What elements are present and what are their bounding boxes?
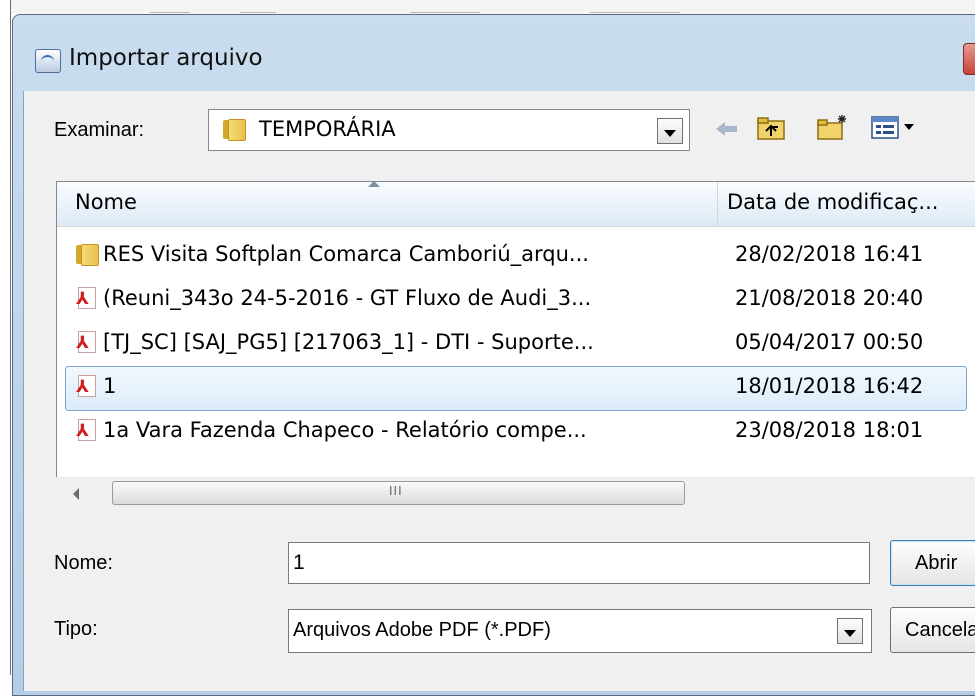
list-item[interactable]: ⅄ [TJ_SC] [SAJ_PG5] [217063_1] - DTI - S… bbox=[65, 322, 965, 365]
view-menu-icon[interactable] bbox=[870, 115, 920, 141]
list-item[interactable]: ⅄ (Reuni_343o 24-5-2016 - GT Fluxo de Au… bbox=[65, 278, 965, 321]
scrollbar-thumb[interactable]: III bbox=[112, 481, 685, 505]
background-icon bbox=[590, 0, 680, 13]
file-name-input[interactable]: 1 bbox=[288, 542, 870, 584]
new-folder-icon[interactable] bbox=[816, 113, 850, 141]
pdf-file-icon: ⅄ bbox=[76, 419, 98, 441]
look-in-dropdown-button[interactable] bbox=[657, 118, 683, 144]
scrollbar-grip: III bbox=[389, 484, 403, 498]
scroll-left-icon[interactable] bbox=[66, 484, 86, 504]
file-name: (Reuni_343o 24-5-2016 - GT Fluxo de Audi… bbox=[103, 286, 592, 310]
background-icon bbox=[150, 0, 190, 13]
file-date: 28/02/2018 16:41 bbox=[735, 242, 924, 266]
look-in-dropdown[interactable]: TEMPORÁRIA bbox=[208, 109, 690, 151]
file-name: 1a Vara Fazenda Chapeco - Relatório comp… bbox=[103, 418, 587, 442]
file-name-label: Nome: bbox=[54, 552, 113, 574]
pdf-file-icon: ⅄ bbox=[76, 375, 98, 397]
list-item[interactable]: RES Visita Softplan Comarca Camboriú_arq… bbox=[65, 234, 965, 277]
list-item-selected[interactable]: ⅄ 1 18/01/2018 16:42 bbox=[65, 366, 967, 411]
background-window-edge bbox=[0, 0, 11, 675]
open-button[interactable]: Abrir bbox=[890, 540, 975, 586]
file-type-label: Tipo: bbox=[54, 618, 98, 640]
back-arrow-icon[interactable] bbox=[714, 119, 740, 139]
column-header-name[interactable]: Nome bbox=[57, 182, 718, 227]
column-header-name-label: Nome bbox=[75, 190, 137, 214]
look-in-label: Examinar: bbox=[54, 119, 145, 141]
file-name: [TJ_SC] [SAJ_PG5] [217063_1] - DTI - Sup… bbox=[103, 330, 594, 354]
close-button[interactable] bbox=[963, 43, 975, 75]
column-header-date[interactable]: Data de modificaç... bbox=[718, 182, 975, 227]
dialog-title: Importar arquivo bbox=[69, 45, 263, 71]
file-type-value: Arquivos Adobe PDF (*.PDF) bbox=[293, 619, 551, 641]
file-name: RES Visita Softplan Comarca Camboriú_arq… bbox=[103, 242, 589, 266]
file-date: 21/08/2018 20:40 bbox=[735, 286, 924, 310]
pdf-file-icon: ⅄ bbox=[76, 331, 98, 353]
file-type-dropdown[interactable]: Arquivos Adobe PDF (*.PDF) bbox=[288, 609, 872, 653]
import-file-dialog: Importar arquivo Examinar: TEMPORÁRIA No… bbox=[12, 14, 975, 696]
file-date: 23/08/2018 18:01 bbox=[735, 418, 924, 442]
folder-icon bbox=[223, 119, 246, 141]
column-header-date-label: Data de modificaç... bbox=[727, 190, 939, 214]
file-date: 18/01/2018 16:42 bbox=[735, 374, 924, 398]
folder-icon bbox=[76, 244, 99, 266]
cancel-button[interactable]: Cancelar bbox=[890, 607, 975, 653]
up-folder-icon[interactable] bbox=[756, 115, 786, 141]
file-date: 05/04/2017 00:50 bbox=[735, 330, 924, 354]
horizontal-scrollbar[interactable]: III bbox=[56, 477, 975, 508]
file-list[interactable]: Nome Data de modificaç... RES Visita Sof… bbox=[56, 181, 975, 478]
file-type-dropdown-button[interactable] bbox=[837, 618, 863, 644]
look-in-value: TEMPORÁRIA bbox=[259, 117, 396, 141]
app-icon bbox=[35, 49, 61, 73]
sort-ascending-icon bbox=[368, 182, 380, 187]
background-icon bbox=[240, 0, 276, 13]
dialog-client-area: Examinar: TEMPORÁRIA Nome Data de modifi… bbox=[23, 91, 975, 691]
list-item[interactable]: ⅄ 1a Vara Fazenda Chapeco - Relatório co… bbox=[65, 410, 965, 453]
background-icon bbox=[410, 0, 480, 13]
pdf-file-icon: ⅄ bbox=[76, 287, 98, 309]
background-app-strip bbox=[0, 0, 975, 14]
file-name: 1 bbox=[103, 374, 117, 398]
title-bar[interactable]: Importar arquivo bbox=[13, 15, 975, 95]
